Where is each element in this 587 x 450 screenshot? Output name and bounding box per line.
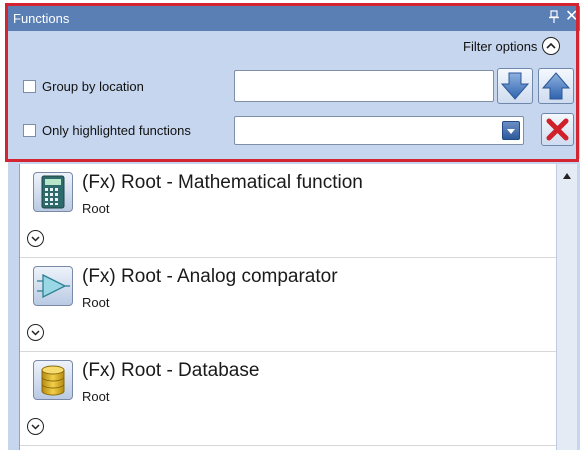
chevron-down-icon[interactable] <box>27 418 44 435</box>
vertical-scrollbar[interactable] <box>556 164 577 450</box>
function-name: (Fx) Root - Mathematical function <box>82 172 363 193</box>
filter-panel: Filter options Group by location Only hi… <box>8 31 580 159</box>
move-down-button[interactable] <box>497 68 533 104</box>
database-icon <box>33 360 73 400</box>
function-name: (Fx) Root - Database <box>82 360 260 381</box>
filter-options-label: Filter options <box>463 38 538 54</box>
comparator-icon <box>33 266 73 306</box>
list-item[interactable]: (Fx) Root - Analog comparator Root <box>20 258 556 352</box>
calculator-icon <box>33 172 73 212</box>
clear-filter-button[interactable] <box>541 113 574 146</box>
group-by-location-option[interactable]: Group by location <box>23 79 144 94</box>
move-up-button[interactable] <box>538 68 574 104</box>
red-x-icon <box>546 118 569 141</box>
highlight-filter-dropdown[interactable] <box>234 116 524 145</box>
list-item[interactable]: (Fx) Root - Database Root <box>20 352 556 446</box>
panel-title: Functions <box>13 11 70 26</box>
chevron-up-icon[interactable] <box>542 37 561 55</box>
filter-options-toggle[interactable]: Filter options <box>463 37 561 55</box>
arrow-down-icon <box>500 72 530 100</box>
chevron-down-icon[interactable] <box>27 230 44 247</box>
only-highlighted-label: Only highlighted functions <box>42 123 191 138</box>
function-location: Root <box>82 201 110 216</box>
list-item[interactable]: (Fx) Root - Mathematical function Root <box>20 164 556 258</box>
function-location: Root <box>82 389 110 404</box>
group-by-location-checkbox[interactable] <box>23 80 36 93</box>
function-name: (Fx) Root - Analog comparator <box>82 266 338 287</box>
function-location: Root <box>82 295 110 310</box>
functions-list: (Fx) Root - Mathematical function Root (… <box>19 164 556 450</box>
close-icon[interactable]: ✕ <box>565 7 578 27</box>
only-highlighted-option[interactable]: Only highlighted functions <box>23 123 191 138</box>
chevron-down-icon[interactable] <box>27 324 44 341</box>
scroll-up-icon[interactable] <box>562 172 572 180</box>
only-highlighted-checkbox[interactable] <box>23 124 36 137</box>
location-input[interactable] <box>234 70 494 102</box>
panel-title-bar: Functions ✕ <box>8 6 580 31</box>
arrow-up-icon <box>541 72 571 100</box>
pin-icon[interactable] <box>548 9 560 25</box>
dropdown-arrow-icon[interactable] <box>502 121 520 140</box>
group-by-location-label: Group by location <box>42 79 144 94</box>
